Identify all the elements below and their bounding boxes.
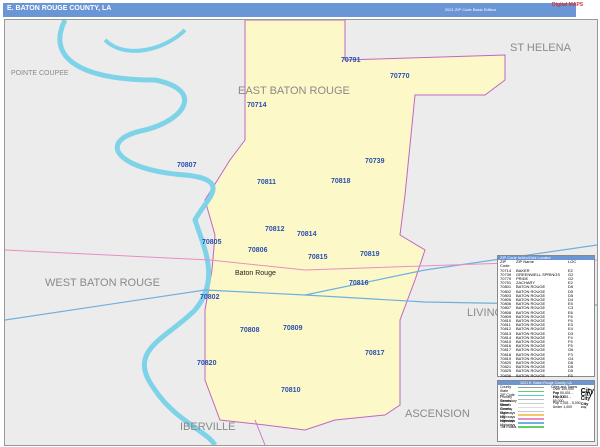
zip-label: 70714 xyxy=(247,102,267,109)
table-row: 70836 BATON ROUGE F5 xyxy=(498,372,594,378)
zip-label: 70809 xyxy=(283,325,303,332)
zip-label: 70814 xyxy=(297,231,317,238)
zip-label: 70812 xyxy=(265,226,285,233)
zip-label: 70806 xyxy=(248,247,268,254)
legend-swatch xyxy=(518,426,544,428)
zip-label: 70817 xyxy=(365,350,385,357)
region-label: WEST BATON ROUGE xyxy=(45,277,160,289)
header-bar: E. BATON ROUGE COUNTY, LA 2021 ZIP Code … xyxy=(3,3,576,17)
legend-swatch xyxy=(518,422,544,424)
zip-label: 70807 xyxy=(177,162,197,169)
zip-label: 70818 xyxy=(331,178,351,185)
legend-swatch xyxy=(518,386,544,388)
region-label: EAST BATON ROUGE xyxy=(238,85,350,97)
zip-label: 70819 xyxy=(360,251,380,258)
zip-index-table: ZIP Code Index/Grid Locator ZIP Code ZIP … xyxy=(497,255,595,377)
zip-label: 70811 xyxy=(257,179,276,186)
legend-swatch xyxy=(518,402,544,404)
table-cell: BATON ROUGE xyxy=(516,372,546,378)
zip-label: 70805 xyxy=(202,239,222,246)
city-label: Baton Rouge xyxy=(235,270,276,277)
town-size-item: Under 1,000 City xyxy=(551,405,594,409)
legend-swatch xyxy=(518,394,544,396)
region-label: IBERVILLE xyxy=(180,421,235,433)
zip-label: 70820 xyxy=(197,360,217,367)
region-label: ST HELENA xyxy=(510,42,572,54)
legend-swatch xyxy=(518,410,544,412)
table-cell: F5 xyxy=(568,372,573,378)
edition-label: 2021 ZIP Code Basic Edition xyxy=(444,7,496,12)
legend-swatch xyxy=(518,406,544,408)
legend-label: Toll Roads xyxy=(500,425,517,429)
legend-swatch xyxy=(518,398,544,400)
town-sample: City xyxy=(580,405,587,409)
zip-label: 70739 xyxy=(365,158,385,165)
map-legend: 2021 E. Baton Rouge County, LA County Sta… xyxy=(497,380,595,442)
region-label: ASCENSION xyxy=(405,408,470,420)
zip-label: 70810 xyxy=(281,387,301,394)
table-cell: 70836 xyxy=(500,372,512,378)
legend-swatch xyxy=(518,390,544,392)
legend-swatch xyxy=(518,418,544,420)
town-size-label: Under 1,000 xyxy=(552,405,573,409)
map-title: E. BATON ROUGE COUNTY, LA xyxy=(7,5,112,12)
zip-label: 70816 xyxy=(349,280,369,287)
region-label: POINTE COUPEE xyxy=(11,70,69,77)
legend-swatch xyxy=(518,414,544,416)
zip-table-header: ZIP Code ZIP Name LOC xyxy=(498,259,594,268)
logo: Digital MAPS xyxy=(552,2,584,8)
zip-label: 70791 xyxy=(341,57,361,64)
zip-label: 70770 xyxy=(390,73,410,80)
zip-label: 70815 xyxy=(308,254,328,261)
legend-item: Toll Roads xyxy=(498,425,548,429)
zip-label: 70808 xyxy=(240,327,260,334)
zip-label: 70802 xyxy=(200,294,220,301)
